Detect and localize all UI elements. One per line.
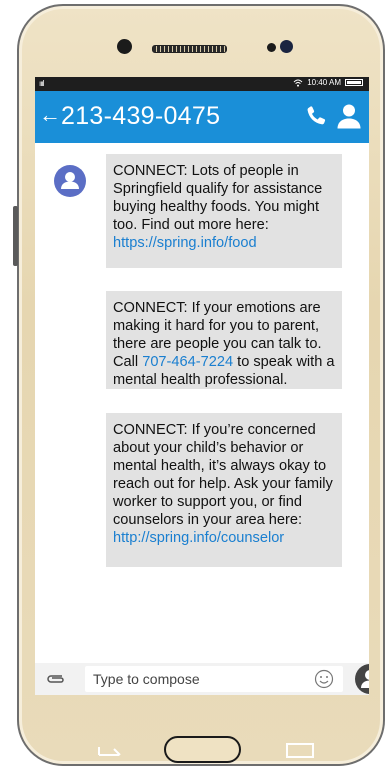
message-link[interactable]: https://spring.info/food: [113, 235, 257, 251]
message-bubble-3: CONNECT: If you’re concerned about your …: [106, 413, 342, 567]
battery-icon: [345, 79, 363, 86]
message-list: CONNECT: Lots of people in Springfield q…: [35, 143, 369, 643]
message-text: CONNECT: Lots of people in Springfield q…: [113, 163, 323, 233]
message-bubble-1: CONNECT: Lots of people in Springfield q…: [106, 154, 342, 268]
nav-recent-apps-icon[interactable]: [285, 741, 315, 759]
sender-avatar-icon: [54, 165, 86, 197]
contact-phone-number: 213-439-0475: [61, 102, 221, 130]
nav-back-icon[interactable]: [97, 741, 123, 761]
phone-call-icon[interactable]: [304, 104, 328, 128]
compose-input[interactable]: [85, 666, 343, 692]
back-arrow-icon[interactable]: ←: [39, 102, 61, 128]
phone-frame: ıııl 10:40 AM ← 213-439-0475 CONNECT: Lo…: [13, 4, 385, 768]
signal-icon: ıııl: [39, 79, 45, 88]
phone-screen: ıııl 10:40 AM ← 213-439-0475 CONNECT: Lo…: [35, 77, 369, 695]
message-phone-link[interactable]: 707-464-7224: [142, 354, 233, 370]
status-time: 10:40 AM: [307, 78, 341, 87]
status-bar: ıııl 10:40 AM: [35, 77, 369, 91]
side-button: [13, 206, 18, 266]
top-bezel: [19, 6, 383, 76]
message-link[interactable]: http://spring.info/counselor: [113, 530, 284, 546]
message-bubble-2: CONNECT: If your emotions are making it …: [106, 291, 342, 389]
compose-bar: [35, 663, 369, 695]
front-camera: [117, 39, 132, 54]
paperclip-icon[interactable]: [46, 673, 66, 685]
smiley-icon[interactable]: [314, 669, 334, 689]
bottom-bezel: [19, 696, 383, 768]
earpiece-speaker: [152, 45, 227, 53]
message-text: CONNECT: If you’re concerned about your …: [113, 422, 333, 528]
contact-person-icon[interactable]: [336, 103, 362, 129]
home-button[interactable]: [164, 736, 241, 763]
sensor-dot: [267, 43, 276, 52]
user-avatar-icon[interactable]: [355, 664, 369, 694]
app-bar: ← 213-439-0475: [35, 91, 369, 143]
sensor-camera: [280, 40, 293, 53]
wifi-icon: [293, 79, 303, 87]
